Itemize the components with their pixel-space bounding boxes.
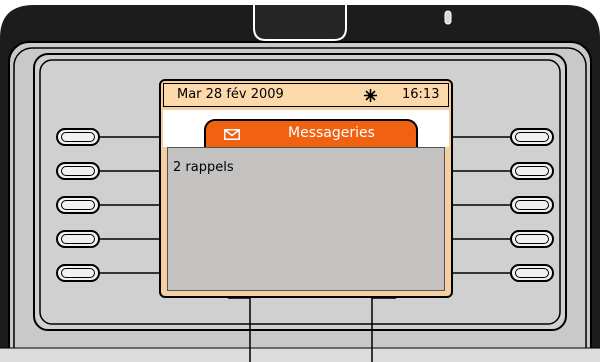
phone-device: Mar 28 fév 2009 16:13 Messageries 2 rapp…: [0, 0, 600, 362]
left-softkey-3[interactable]: [56, 196, 100, 214]
tab-label: Messageries: [288, 125, 375, 141]
left-softkey-1[interactable]: [56, 128, 100, 146]
left-softkey-4[interactable]: [56, 230, 100, 248]
right-softkey-2[interactable]: [510, 162, 554, 180]
sun-icon: [364, 89, 377, 102]
message-list: 2 rappels: [167, 147, 445, 291]
status-date: Mar 28 fév 2009: [177, 87, 284, 102]
left-softkey-2[interactable]: [56, 162, 100, 180]
list-item[interactable]: 2 rappels: [173, 160, 234, 175]
right-softkey-4[interactable]: [510, 230, 554, 248]
right-softkey-1[interactable]: [510, 128, 554, 146]
tab-messageries[interactable]: Messageries: [204, 119, 418, 147]
envelope-icon: [224, 129, 240, 140]
phone-display: Mar 28 fév 2009 16:13 Messageries 2 rapp…: [159, 79, 453, 298]
left-softkey-5[interactable]: [56, 264, 100, 282]
right-softkey-5[interactable]: [510, 264, 554, 282]
status-time: 16:13: [402, 87, 440, 102]
status-bar: Mar 28 fév 2009 16:13: [163, 83, 449, 107]
right-softkey-3[interactable]: [510, 196, 554, 214]
